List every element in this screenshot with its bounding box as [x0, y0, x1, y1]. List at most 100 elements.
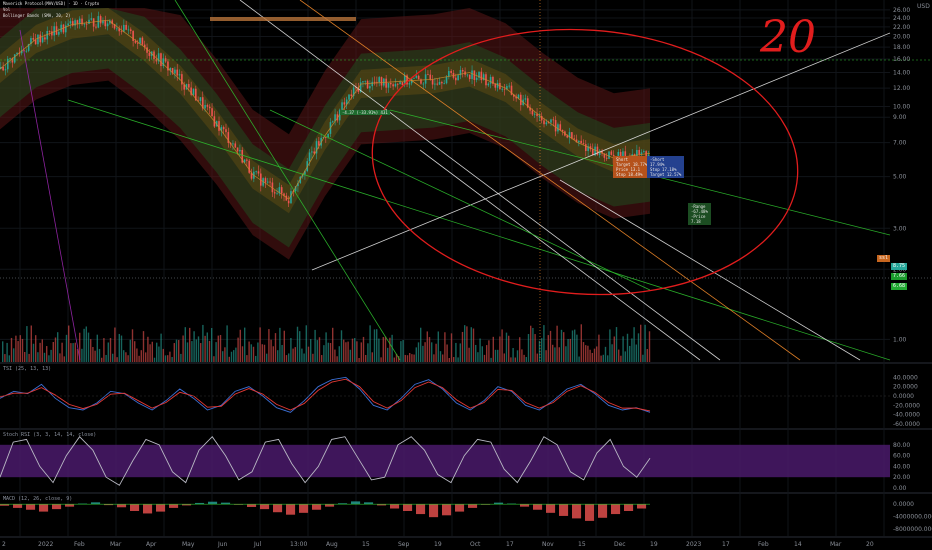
- candle-body: [475, 77, 478, 80]
- candle-body: [69, 21, 72, 24]
- volume-bar: [435, 343, 437, 362]
- candle-body: [434, 83, 436, 85]
- x-tick-label: 17: [722, 541, 730, 548]
- volume-bar: [591, 352, 593, 362]
- volume-bar: [241, 346, 244, 362]
- volume-bar: [576, 334, 578, 362]
- volume-bar: [428, 337, 431, 362]
- price-tick-label: 7.00: [893, 140, 907, 147]
- candle-body: [58, 31, 60, 35]
- volume-bar: [206, 332, 208, 362]
- candle-body: [385, 78, 387, 88]
- indicator-tick-label: 40.0000: [893, 374, 918, 381]
- volume-bar: [167, 355, 169, 362]
- volume-bar: [169, 351, 171, 362]
- volume-bar: [103, 338, 105, 362]
- candle-body: [348, 94, 350, 100]
- volume-bar: [417, 342, 420, 362]
- volume-bar: [558, 347, 560, 362]
- volume-bar: [349, 349, 351, 362]
- volume-bar: [184, 327, 186, 362]
- volume-bar: [393, 357, 395, 362]
- volume-bar: [26, 326, 28, 362]
- volume-bar: [519, 337, 521, 362]
- volume-bar: [439, 351, 442, 362]
- volume-bar: [510, 357, 512, 362]
- x-tick-label: Jun: [217, 541, 228, 548]
- candle-body: [178, 74, 181, 76]
- candle-body: [88, 19, 90, 24]
- candle-body: [39, 34, 42, 43]
- volume-bar: [125, 352, 127, 362]
- macd-bar: [117, 504, 127, 508]
- range-box[interactable]: -Range -67.48% -Price 7.18: [688, 203, 711, 225]
- volume-bar: [261, 344, 263, 362]
- candle-body: [427, 74, 429, 76]
- volume-bar: [343, 339, 345, 362]
- candle-body: [468, 74, 471, 80]
- macd-bar: [299, 504, 309, 513]
- volume-bar: [323, 345, 325, 362]
- volume-bar: [281, 345, 283, 362]
- x-tick-label: Mar: [830, 541, 842, 548]
- volume-bar: [351, 338, 354, 362]
- volume-bar: [626, 333, 629, 362]
- candle-body: [2, 66, 4, 71]
- macd-bar: [52, 504, 62, 510]
- volume-bar: [446, 344, 448, 362]
- price-tick-label: 16.00: [893, 56, 910, 63]
- volume-bar: [2, 341, 4, 362]
- volume-bar: [294, 347, 296, 362]
- volume-bar: [431, 342, 433, 362]
- indicator-tick-label: 0.0000: [893, 501, 914, 508]
- volume-bar: [15, 335, 17, 362]
- position-box-short[interactable]: Short Target 18.77% Price 13.1 Stop 18.4…: [613, 156, 651, 178]
- candle-body: [204, 105, 206, 109]
- volume-bar: [648, 331, 651, 362]
- x-tick-label: 15: [578, 541, 586, 548]
- indicator-tick-label: 0.00: [893, 485, 907, 492]
- price-tick-label: 9.00: [893, 114, 907, 121]
- candle-body: [287, 200, 290, 204]
- position-box-short-2[interactable]: -Short 17.94% Stop 17.18% Target 12.57%: [647, 156, 685, 178]
- price-label-ssl: ssl: [877, 255, 891, 262]
- candle-body: [343, 102, 346, 105]
- x-tick-label: Dec: [614, 541, 626, 548]
- indicator-tick-label: -60.0000: [893, 421, 920, 428]
- candle-body: [176, 69, 179, 76]
- candle-body: [234, 143, 237, 148]
- price-tick-label: 5.00: [893, 174, 907, 181]
- macd-bar: [403, 504, 413, 511]
- volume-bar: [39, 342, 41, 362]
- volume-bar: [149, 344, 151, 362]
- indicator-tick-label: -40.0000: [893, 412, 920, 419]
- volume-bar: [380, 357, 382, 362]
- candle-body: [9, 58, 11, 60]
- volume-bar: [131, 329, 134, 362]
- candle-body: [181, 74, 183, 85]
- candle-body: [638, 149, 640, 155]
- volume-bar: [545, 350, 547, 362]
- volume-bar: [57, 332, 59, 362]
- volume-bar: [321, 355, 323, 362]
- candle-body: [104, 20, 107, 27]
- candle-body: [480, 71, 483, 81]
- volume-bar: [615, 327, 618, 362]
- chart-canvas[interactable]: 40.000020.00000.0000-20.0000-40.0000-60.…: [0, 0, 932, 550]
- volume-bar: [237, 337, 239, 362]
- volume-bar: [290, 337, 292, 362]
- volume-bar: [389, 337, 391, 362]
- volume-bar: [285, 355, 288, 362]
- volume-bar: [116, 357, 118, 362]
- volume-bar: [360, 342, 362, 362]
- volume-bar: [107, 342, 109, 362]
- volume-bar: [41, 339, 43, 362]
- x-tick-label: 19: [650, 541, 658, 548]
- macd-bar: [598, 504, 608, 518]
- candle-body: [37, 34, 39, 45]
- volume-bar: [618, 349, 620, 362]
- x-tick-label: 19: [434, 541, 442, 548]
- candle-body: [373, 81, 376, 83]
- volume-bar: [17, 341, 19, 362]
- macd-bar: [260, 504, 270, 510]
